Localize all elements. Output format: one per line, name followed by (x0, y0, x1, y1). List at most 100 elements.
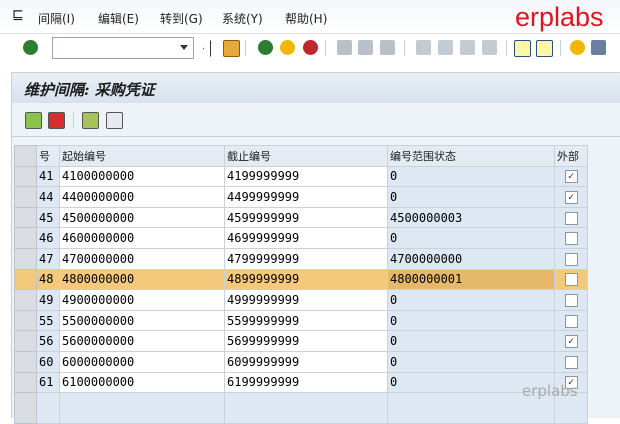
insert-row-icon[interactable] (25, 112, 42, 129)
exit-icon[interactable] (280, 40, 295, 55)
external-checkbox[interactable] (564, 252, 578, 266)
enter-icon[interactable] (23, 40, 38, 55)
external-checkbox[interactable]: ✓ (564, 170, 578, 184)
cell-status[interactable]: 0 (387, 186, 555, 208)
cell-status[interactable]: 4500000003 (387, 206, 555, 229)
table-row[interactable]: 55 5500000000 5599999999 0 (14, 309, 588, 332)
menu-system[interactable]: 系统(Y) (222, 10, 263, 27)
table-row[interactable]: 60 6000000000 6099999999 0 (14, 350, 588, 373)
cell-status[interactable]: 0 (387, 165, 555, 188)
last-page-icon[interactable] (482, 40, 497, 55)
table-row[interactable]: 44 4400000000 4499999999 0 ✓ (14, 186, 588, 208)
find-icon[interactable] (358, 40, 373, 55)
cell-external[interactable]: ✓ (554, 330, 588, 352)
row-selector[interactable] (14, 330, 37, 352)
table-row[interactable]: 61 6100000000 6199999999 0 ✓ (14, 371, 588, 394)
external-checkbox[interactable] (564, 355, 578, 369)
cell-to[interactable]: 4199999999 (224, 165, 388, 188)
layout-icon[interactable] (591, 40, 606, 55)
row-selector[interactable] (14, 165, 37, 188)
shortcut-icon[interactable] (536, 40, 553, 57)
cell-to[interactable]: 6199999999 (224, 371, 388, 394)
find-next-icon[interactable] (380, 40, 395, 55)
cell-from[interactable]: 4700000000 (59, 247, 225, 270)
cell-to[interactable]: 4799999999 (224, 247, 388, 270)
cell-from[interactable]: 4500000000 (59, 206, 225, 229)
cell-from[interactable]: 5600000000 (59, 330, 225, 352)
external-checkbox[interactable] (564, 232, 578, 246)
cancel-icon[interactable] (303, 40, 318, 55)
first-page-icon[interactable] (416, 40, 431, 55)
deselect-all-icon[interactable] (106, 112, 123, 129)
external-checkbox[interactable]: ✓ (564, 335, 578, 349)
new-session-icon[interactable] (514, 40, 531, 57)
select-all-icon[interactable] (82, 112, 99, 129)
row-selector[interactable] (14, 350, 37, 373)
select-all-corner[interactable] (14, 145, 37, 167)
help-icon[interactable] (570, 40, 585, 55)
cell-status[interactable]: 0 (387, 350, 555, 373)
row-selector[interactable] (14, 206, 37, 229)
table-row[interactable]: 46 4600000000 4699999999 0 (14, 227, 588, 249)
external-checkbox[interactable] (564, 273, 578, 287)
menu-goto[interactable]: 转到(G) (160, 10, 203, 27)
delete-row-icon[interactable] (48, 112, 65, 129)
row-selector[interactable] (14, 247, 37, 270)
cell-to[interactable]: 6099999999 (224, 350, 388, 373)
cell-status[interactable]: 4800000001 (387, 268, 555, 291)
menu-help[interactable]: 帮助(H) (285, 10, 327, 27)
cell-to[interactable]: 5599999999 (224, 309, 388, 332)
cell-to[interactable]: 4999999999 (224, 289, 388, 311)
back-icon[interactable] (258, 40, 273, 55)
external-checkbox[interactable] (564, 293, 578, 307)
command-field[interactable] (52, 37, 194, 59)
cell-external[interactable] (554, 289, 588, 311)
cell-external[interactable] (554, 309, 588, 332)
cell-external[interactable] (554, 268, 588, 291)
table-row[interactable]: 56 5600000000 5699999999 0 ✓ (14, 330, 588, 352)
cell-status[interactable]: 4700000000 (387, 247, 555, 270)
cell-external[interactable]: ✓ (554, 165, 588, 188)
cell-to[interactable]: 4899999999 (224, 268, 388, 291)
cell-to[interactable]: 4599999999 (224, 206, 388, 229)
next-page-icon[interactable] (460, 40, 475, 55)
previous-page-icon[interactable] (438, 40, 453, 55)
external-checkbox[interactable] (564, 314, 578, 328)
collapse-icon[interactable] (203, 40, 211, 57)
menu-edit[interactable]: 编辑(E) (98, 10, 139, 27)
table-row[interactable]: 48 4800000000 4899999999 4800000001 (14, 268, 588, 291)
cell-status[interactable]: 0 (387, 289, 555, 311)
cell-status[interactable]: 0 (387, 309, 555, 332)
table-row[interactable]: 41 4100000000 4199999999 0 ✓ (14, 165, 588, 188)
cell-status[interactable]: 0 (387, 227, 555, 249)
table-row[interactable]: 47 4700000000 4799999999 4700000000 (14, 247, 588, 270)
cell-external[interactable] (554, 227, 588, 249)
table-row[interactable]: 45 4500000000 4599999999 4500000003 (14, 206, 588, 229)
row-selector[interactable] (14, 309, 37, 332)
cell-from[interactable]: 4900000000 (59, 289, 225, 311)
row-selector[interactable] (14, 289, 37, 311)
cell-external[interactable] (554, 247, 588, 270)
save-icon[interactable] (223, 40, 240, 57)
external-checkbox[interactable] (564, 211, 578, 225)
cell-from[interactable]: 4600000000 (59, 227, 225, 249)
row-selector[interactable] (14, 371, 37, 394)
row-selector[interactable] (14, 268, 37, 291)
cell-status[interactable]: 0 (387, 330, 555, 352)
cell-from[interactable]: 6100000000 (59, 371, 225, 394)
cell-from[interactable]: 5500000000 (59, 309, 225, 332)
row-selector[interactable] (14, 227, 37, 249)
cell-from[interactable]: 4400000000 (59, 186, 225, 208)
chevron-down-icon[interactable] (180, 45, 188, 50)
cell-external[interactable]: ✓ (554, 186, 588, 208)
row-selector[interactable] (14, 392, 37, 424)
menu-icon[interactable]: ⊑ (12, 7, 24, 23)
row-selector[interactable] (14, 186, 37, 208)
print-icon[interactable] (337, 40, 352, 55)
cell-to[interactable]: 5699999999 (224, 330, 388, 352)
cell-external[interactable] (554, 350, 588, 373)
menu-interval[interactable]: 间隔(I) (38, 10, 75, 27)
table-row[interactable]: 49 4900000000 4999999999 0 (14, 289, 588, 311)
cell-from[interactable]: 4800000000 (59, 268, 225, 291)
external-checkbox[interactable]: ✓ (564, 190, 578, 204)
